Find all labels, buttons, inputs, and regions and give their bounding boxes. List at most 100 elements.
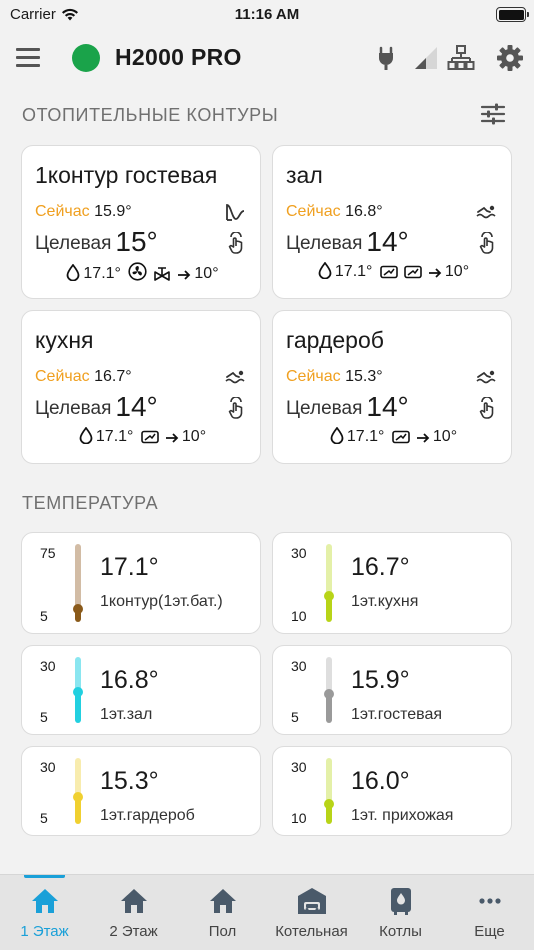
zone-target-temp: Целевая 14°: [286, 226, 409, 258]
outdoor-value: 10°: [194, 265, 219, 282]
temperature-sensor-card[interactable]: 75 5 17.1° 1контур(1эт.бат.): [21, 532, 261, 634]
manual-control-icon[interactable]: [477, 396, 497, 419]
now-value: 16.8°: [345, 203, 383, 220]
zone-current-temp: Сейчас 16.8°: [286, 203, 383, 221]
scale-max: 30: [291, 545, 307, 561]
humidity-value: 17.1°: [334, 263, 373, 280]
scale-min: 5: [40, 810, 48, 826]
now-value: 16.7°: [94, 368, 132, 385]
plug-icon[interactable]: [372, 44, 400, 72]
scale-max: 30: [40, 759, 56, 775]
zone-name: зал: [286, 162, 323, 188]
wave-mode-icon: [224, 202, 246, 222]
scale-max: 30: [291, 658, 307, 674]
garage-icon: [297, 887, 327, 915]
home-icon: [30, 887, 60, 915]
temperature-sensor-card[interactable]: 30 10 16.7° 1эт.кухня: [272, 532, 512, 634]
target-value: 14°: [366, 226, 409, 257]
scale-min: 5: [40, 709, 48, 725]
scale-min: 10: [291, 608, 307, 624]
app-bar: H2000 PRO: [0, 30, 534, 86]
valve-icon: [153, 264, 171, 286]
sensor-name: 1эт. прихожая: [351, 807, 454, 824]
zone-details: 17.1° 10°: [273, 261, 511, 284]
thermometer-level: [324, 591, 334, 602]
thermometer-bar: [326, 758, 332, 824]
temperature-sensor-card[interactable]: 30 5 15.9° 1эт.гостевая: [272, 645, 512, 735]
now-label: Сейчас: [35, 203, 90, 220]
gauge-icon: [380, 265, 398, 284]
zone-target-temp: Целевая 15°: [35, 226, 158, 258]
status-bar: Carrier 11:16 AM: [0, 0, 534, 30]
comfort-mode-icon: [224, 367, 246, 387]
zone-details: 17.1° 10°: [22, 262, 260, 286]
menu-icon[interactable]: [16, 48, 40, 68]
thermometer-level: [73, 791, 83, 802]
drop-icon: [79, 426, 93, 449]
network-icon[interactable]: [447, 44, 475, 72]
arrow-right-icon: [416, 431, 430, 449]
sensor-name: 1эт.гостевая: [351, 706, 443, 723]
thermometer-level: [324, 688, 334, 699]
sensor-value: 15.9°: [351, 666, 410, 694]
tab-label: Котельная: [275, 923, 348, 940]
manual-control-icon[interactable]: [477, 231, 497, 254]
temperature-sensor-card[interactable]: 30 10 16.0° 1эт. прихожая: [272, 746, 512, 836]
battery-icon: [496, 7, 529, 22]
tab-item[interactable]: Пол: [178, 875, 267, 950]
drop-icon: [318, 261, 332, 284]
target-value: 15°: [115, 226, 158, 257]
sensor-name: 1контур(1эт.бат.): [100, 593, 223, 610]
outdoor-value: 10°: [432, 428, 458, 445]
tab-item[interactable]: Еще: [445, 875, 534, 950]
fan-icon: [128, 262, 147, 286]
heating-zone-card[interactable]: 1контур гостевая Сейчас 15.9° Целевая 15°…: [21, 145, 261, 299]
connection-status-indicator: [72, 44, 100, 72]
tab-item[interactable]: Котельная: [267, 875, 356, 950]
drop-icon: [330, 426, 344, 449]
drop-icon: [66, 263, 80, 286]
temperature-section-title: ТЕМПЕРАТУРА: [22, 493, 159, 513]
tab-label: Котлы: [379, 923, 422, 940]
home-icon: [208, 887, 238, 915]
outdoor-value: 10°: [444, 263, 470, 280]
heating-zone-card[interactable]: гардероб Сейчас 15.3° Целевая 14° 17.1° 1…: [272, 310, 512, 464]
zone-current-temp: Сейчас 15.3°: [286, 368, 383, 386]
sensor-value: 16.7°: [351, 553, 410, 581]
scale-min: 5: [40, 608, 48, 624]
thermometer-bar: [326, 544, 332, 622]
target-value: 14°: [115, 391, 158, 422]
gear-icon[interactable]: [496, 44, 524, 72]
manual-control-icon[interactable]: [226, 231, 246, 254]
temperature-sensor-card[interactable]: 30 5 15.3° 1эт.гардероб: [21, 746, 261, 836]
scale-min: 10: [291, 810, 307, 826]
outdoor-value: 10°: [181, 428, 207, 445]
humidity-value: 17.1°: [346, 428, 385, 445]
tab-item[interactable]: Котлы: [356, 875, 445, 950]
heating-zone-card[interactable]: кухня Сейчас 16.7° Целевая 14° 17.1° 10°: [21, 310, 261, 464]
temperature-sensor-card[interactable]: 30 5 16.8° 1эт.зал: [21, 645, 261, 735]
tab-label: 1 Этаж: [20, 923, 69, 940]
tune-icon[interactable]: [480, 102, 506, 126]
heating-zone-card[interactable]: зал Сейчас 16.8° Целевая 14° 17.1° 10°: [272, 145, 512, 299]
more-icon: [475, 887, 505, 915]
scale-max: 30: [40, 658, 56, 674]
zone-name: 1контур гостевая: [35, 162, 218, 188]
target-label: Целевая: [286, 398, 363, 419]
target-value: 14°: [366, 391, 409, 422]
arrow-right-icon: [428, 266, 442, 284]
zone-target-temp: Целевая 14°: [35, 391, 158, 423]
zone-name: гардероб: [286, 327, 384, 353]
sensor-name: 1эт.зал: [100, 706, 153, 723]
signal-icon: [415, 47, 437, 69]
now-value: 15.3°: [345, 368, 383, 385]
heating-section-title: ОТОПИТЕЛЬНЫЕ КОНТУРЫ: [22, 105, 279, 125]
tab-item[interactable]: 2 Этаж: [89, 875, 178, 950]
now-label: Сейчас: [286, 368, 341, 385]
arrow-right-icon: [165, 431, 179, 449]
gauge-icon: [141, 430, 159, 449]
manual-control-icon[interactable]: [226, 396, 246, 419]
tab-item[interactable]: 1 Этаж: [0, 875, 89, 950]
thermometer-level: [73, 686, 83, 697]
target-label: Целевая: [35, 398, 112, 419]
